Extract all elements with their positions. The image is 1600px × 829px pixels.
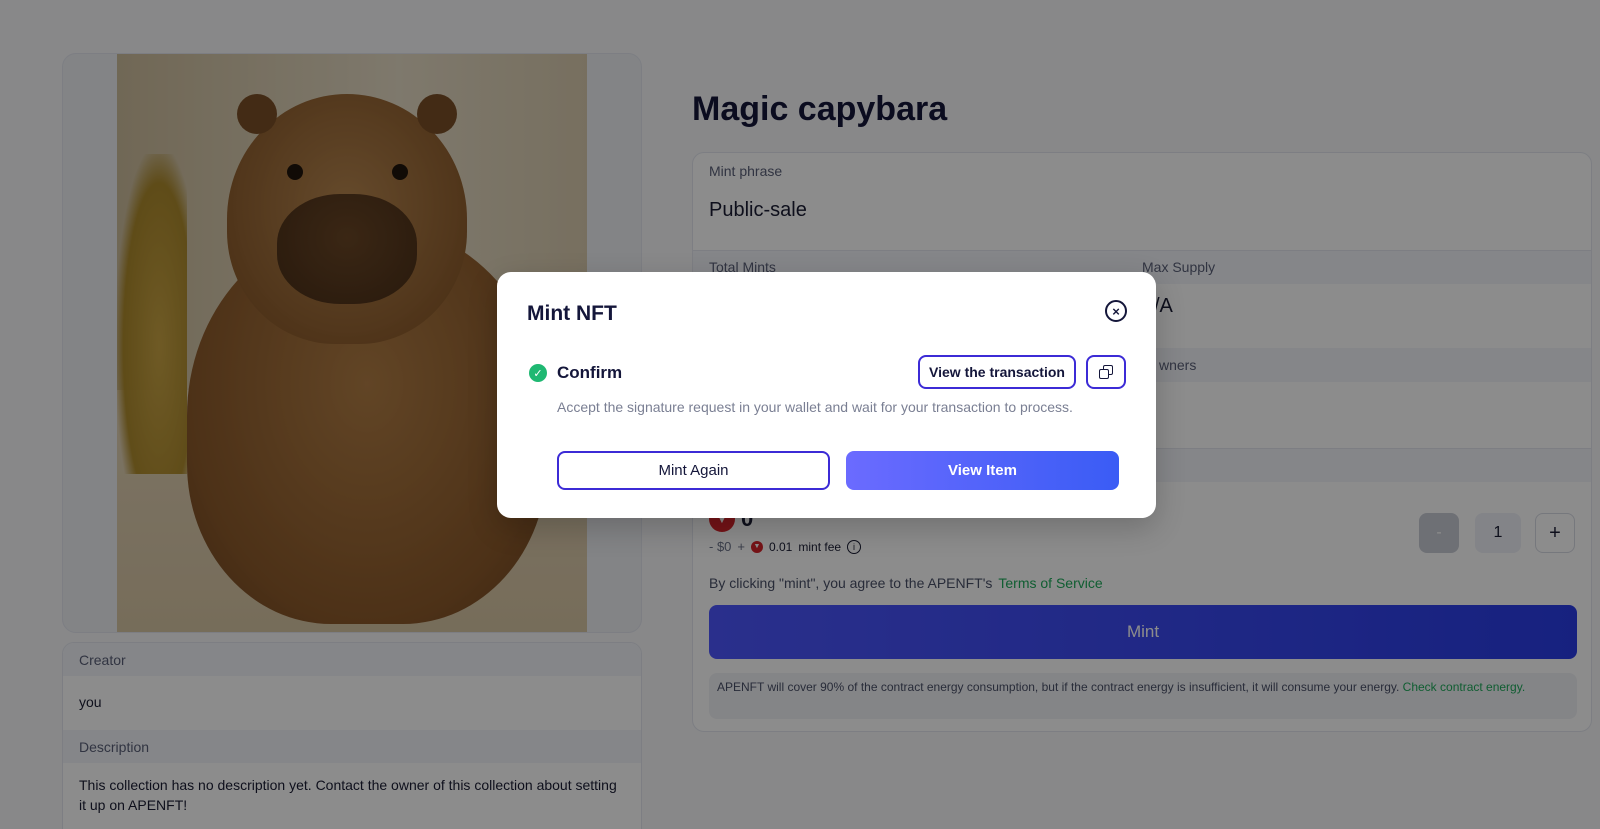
check-circle-icon: ✓	[529, 364, 547, 382]
confirm-step-description: Accept the signature request in your wal…	[557, 399, 1073, 415]
view-item-button[interactable]: View Item	[846, 451, 1119, 490]
copy-icon	[1099, 365, 1113, 379]
mint-again-button[interactable]: Mint Again	[557, 451, 830, 490]
confirm-step-label: Confirm	[557, 363, 623, 382]
view-transaction-button[interactable]: View the transaction	[918, 355, 1076, 389]
copy-button[interactable]	[1086, 355, 1126, 389]
mint-nft-modal: Mint NFT × ✓ Confirm View the transactio…	[497, 272, 1156, 518]
close-icon[interactable]: ×	[1105, 300, 1127, 322]
modal-title: Mint NFT	[527, 302, 617, 325]
